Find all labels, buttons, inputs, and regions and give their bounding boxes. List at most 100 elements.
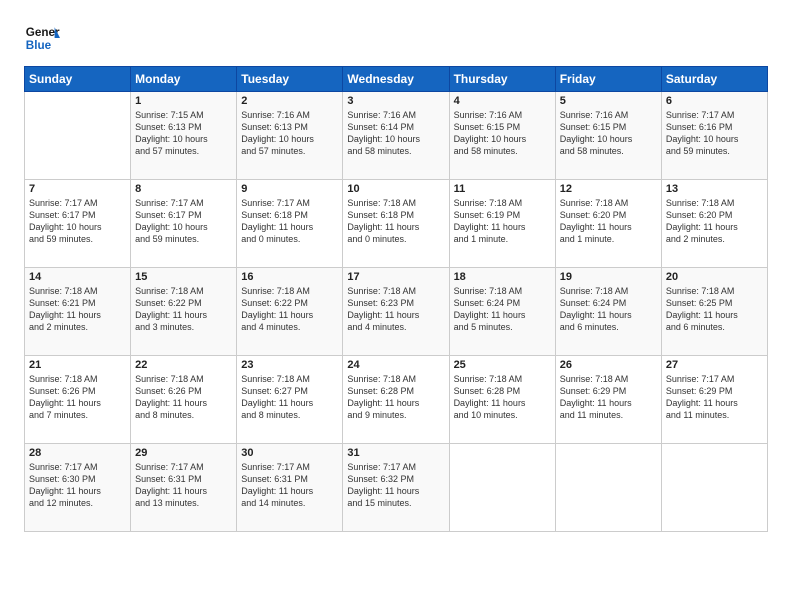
calendar-cell: 7Sunrise: 7:17 AM Sunset: 6:17 PM Daylig… xyxy=(25,180,131,268)
day-number: 25 xyxy=(454,359,551,371)
day-info: Sunrise: 7:17 AM Sunset: 6:31 PM Dayligh… xyxy=(135,461,232,510)
calendar-cell: 4 Sunrise: 7:16 AM Sunset: 6:15 PM Daylig… xyxy=(449,92,555,180)
day-number: 4 xyxy=(454,95,551,107)
day-info: Sunrise: 7:18 AM Sunset: 6:28 PM Dayligh… xyxy=(347,373,444,422)
header-day: Saturday xyxy=(661,67,767,92)
calendar-cell: 29Sunrise: 7:17 AM Sunset: 6:31 PM Dayli… xyxy=(131,444,237,532)
day-number: 12 xyxy=(560,183,657,195)
day-number: 27 xyxy=(666,359,763,371)
day-info: Sunrise: 7:16 AM Sunset: 6:14 PM Dayligh… xyxy=(347,109,444,158)
calendar-cell: 10 Sunrise: 7:18 AM Sunset: 6:18 PM Dayli… xyxy=(343,180,449,268)
day-info: Sunrise: 7:18 AM Sunset: 6:27 PM Dayligh… xyxy=(241,373,338,422)
calendar-week-row: 7 Sunrise: 7:17 AM Sunset: 6:17 PM Daylig… xyxy=(25,180,768,268)
day-number: 31 xyxy=(347,447,444,459)
calendar-cell: 26 Sunrise: 7:18 AM Sunset: 6:29 PM Dayli… xyxy=(555,356,661,444)
day-number: 10 xyxy=(347,183,444,195)
calendar-body: 1 Sunrise: 7:15 AM Sunset: 6:13 PM Daylig… xyxy=(25,92,768,532)
day-info: Sunrise: 7:18 AM Sunset: 6:23 PM Dayligh… xyxy=(347,285,444,334)
day-info: Sunrise: 7:17 AM Sunset: 6:16 PM Dayligh… xyxy=(666,109,763,158)
calendar-week-row: 21 Sunrise: 7:18 AM Sunset: 6:26 PM Dayli… xyxy=(25,356,768,444)
day-number: 20 xyxy=(666,271,763,283)
calendar-header: SundayMondayTuesdayWednesdayThursdayFrid… xyxy=(25,67,768,92)
day-info: Sunrise: 7:18 AM Sunset: 6:29 PM Dayligh… xyxy=(560,373,657,422)
calendar-cell xyxy=(555,444,661,532)
day-number: 19 xyxy=(560,271,657,283)
calendar-page: General Blue SundayMondayTuesdayWednesda… xyxy=(0,0,792,612)
day-number: 22 xyxy=(135,359,232,371)
day-number: 18 xyxy=(454,271,551,283)
calendar-cell xyxy=(661,444,767,532)
day-info: Sunrise: 7:18 AM Sunset: 6:24 PM Dayligh… xyxy=(454,285,551,334)
calendar-cell: 18 Sunrise: 7:18 AM Sunset: 6:24 PM Dayli… xyxy=(449,268,555,356)
calendar-cell: 27 Sunrise: 7:17 AM Sunset: 6:29 PM Dayli… xyxy=(661,356,767,444)
calendar-cell: 17 Sunrise: 7:18 AM Sunset: 6:23 PM Dayli… xyxy=(343,268,449,356)
calendar-cell: 6 Sunrise: 7:17 AM Sunset: 6:16 PM Daylig… xyxy=(661,92,767,180)
day-info: Sunrise: 7:18 AM Sunset: 6:19 PM Dayligh… xyxy=(454,197,551,246)
calendar-cell: 19 Sunrise: 7:18 AM Sunset: 6:24 PM Dayli… xyxy=(555,268,661,356)
day-number: 6 xyxy=(666,95,763,107)
day-number: 26 xyxy=(560,359,657,371)
logo: General Blue xyxy=(24,20,60,56)
day-number: 9 xyxy=(241,183,338,195)
day-number: 17 xyxy=(347,271,444,283)
day-number: 15 xyxy=(135,271,232,283)
calendar-cell: 28 Sunrise: 7:17 AM Sunset: 6:30 PM Dayli… xyxy=(25,444,131,532)
day-info: Sunrise: 7:18 AM Sunset: 6:28 PM Dayligh… xyxy=(454,373,551,422)
calendar-week-row: 28 Sunrise: 7:17 AM Sunset: 6:30 PM Dayli… xyxy=(25,444,768,532)
header-day: Wednesday xyxy=(343,67,449,92)
header-day: Friday xyxy=(555,67,661,92)
calendar-cell: 16 Sunrise: 7:18 AM Sunset: 6:22 PM Dayli… xyxy=(237,268,343,356)
day-number: 24 xyxy=(347,359,444,371)
day-number: 1 xyxy=(135,95,232,107)
calendar-cell: 5 Sunrise: 7:16 AM Sunset: 6:15 PM Daylig… xyxy=(555,92,661,180)
calendar-cell: 31Sunrise: 7:17 AM Sunset: 6:32 PM Dayli… xyxy=(343,444,449,532)
calendar-cell: 14 Sunrise: 7:18 AM Sunset: 6:21 PM Dayli… xyxy=(25,268,131,356)
calendar-cell: 2 Sunrise: 7:16 AM Sunset: 6:13 PM Daylig… xyxy=(237,92,343,180)
calendar-cell: 21 Sunrise: 7:18 AM Sunset: 6:26 PM Dayli… xyxy=(25,356,131,444)
calendar-cell xyxy=(25,92,131,180)
day-number: 21 xyxy=(29,359,126,371)
calendar-cell: 20Sunrise: 7:18 AM Sunset: 6:25 PM Dayli… xyxy=(661,268,767,356)
header-day: Sunday xyxy=(25,67,131,92)
day-number: 14 xyxy=(29,271,126,283)
day-number: 13 xyxy=(666,183,763,195)
calendar-cell: 12 Sunrise: 7:18 AM Sunset: 6:20 PM Dayli… xyxy=(555,180,661,268)
day-number: 2 xyxy=(241,95,338,107)
day-info: Sunrise: 7:15 AM Sunset: 6:13 PM Dayligh… xyxy=(135,109,232,158)
day-info: Sunrise: 7:16 AM Sunset: 6:15 PM Dayligh… xyxy=(454,109,551,158)
day-info: Sunrise: 7:16 AM Sunset: 6:13 PM Dayligh… xyxy=(241,109,338,158)
day-info: Sunrise: 7:18 AM Sunset: 6:26 PM Dayligh… xyxy=(135,373,232,422)
calendar-cell: 8 Sunrise: 7:17 AM Sunset: 6:17 PM Daylig… xyxy=(131,180,237,268)
day-info: Sunrise: 7:18 AM Sunset: 6:18 PM Dayligh… xyxy=(347,197,444,246)
calendar-cell: 13Sunrise: 7:18 AM Sunset: 6:20 PM Dayli… xyxy=(661,180,767,268)
header-row: SundayMondayTuesdayWednesdayThursdayFrid… xyxy=(25,67,768,92)
day-info: Sunrise: 7:17 AM Sunset: 6:30 PM Dayligh… xyxy=(29,461,126,510)
calendar-cell: 15 Sunrise: 7:18 AM Sunset: 6:22 PM Dayli… xyxy=(131,268,237,356)
day-number: 3 xyxy=(347,95,444,107)
day-info: Sunrise: 7:17 AM Sunset: 6:17 PM Dayligh… xyxy=(135,197,232,246)
calendar-cell: 22 Sunrise: 7:18 AM Sunset: 6:26 PM Dayli… xyxy=(131,356,237,444)
day-info: Sunrise: 7:16 AM Sunset: 6:15 PM Dayligh… xyxy=(560,109,657,158)
day-number: 16 xyxy=(241,271,338,283)
calendar-cell xyxy=(449,444,555,532)
day-info: Sunrise: 7:18 AM Sunset: 6:21 PM Dayligh… xyxy=(29,285,126,334)
calendar-cell: 25 Sunrise: 7:18 AM Sunset: 6:28 PM Dayli… xyxy=(449,356,555,444)
calendar-cell: 30Sunrise: 7:17 AM Sunset: 6:31 PM Dayli… xyxy=(237,444,343,532)
calendar-cell: 3 Sunrise: 7:16 AM Sunset: 6:14 PM Daylig… xyxy=(343,92,449,180)
calendar-week-row: 14 Sunrise: 7:18 AM Sunset: 6:21 PM Dayli… xyxy=(25,268,768,356)
day-info: Sunrise: 7:18 AM Sunset: 6:20 PM Dayligh… xyxy=(560,197,657,246)
calendar-cell: 1 Sunrise: 7:15 AM Sunset: 6:13 PM Daylig… xyxy=(131,92,237,180)
day-info: Sunrise: 7:17 AM Sunset: 6:29 PM Dayligh… xyxy=(666,373,763,422)
day-info: Sunrise: 7:18 AM Sunset: 6:26 PM Dayligh… xyxy=(29,373,126,422)
day-number: 7 xyxy=(29,183,126,195)
calendar-cell: 23Sunrise: 7:18 AM Sunset: 6:27 PM Dayli… xyxy=(237,356,343,444)
calendar-week-row: 1 Sunrise: 7:15 AM Sunset: 6:13 PM Daylig… xyxy=(25,92,768,180)
day-info: Sunrise: 7:18 AM Sunset: 6:22 PM Dayligh… xyxy=(135,285,232,334)
day-info: Sunrise: 7:18 AM Sunset: 6:24 PM Dayligh… xyxy=(560,285,657,334)
calendar-table: SundayMondayTuesdayWednesdayThursdayFrid… xyxy=(24,66,768,532)
day-number: 28 xyxy=(29,447,126,459)
header-day: Tuesday xyxy=(237,67,343,92)
day-number: 8 xyxy=(135,183,232,195)
day-number: 5 xyxy=(560,95,657,107)
day-info: Sunrise: 7:18 AM Sunset: 6:22 PM Dayligh… xyxy=(241,285,338,334)
